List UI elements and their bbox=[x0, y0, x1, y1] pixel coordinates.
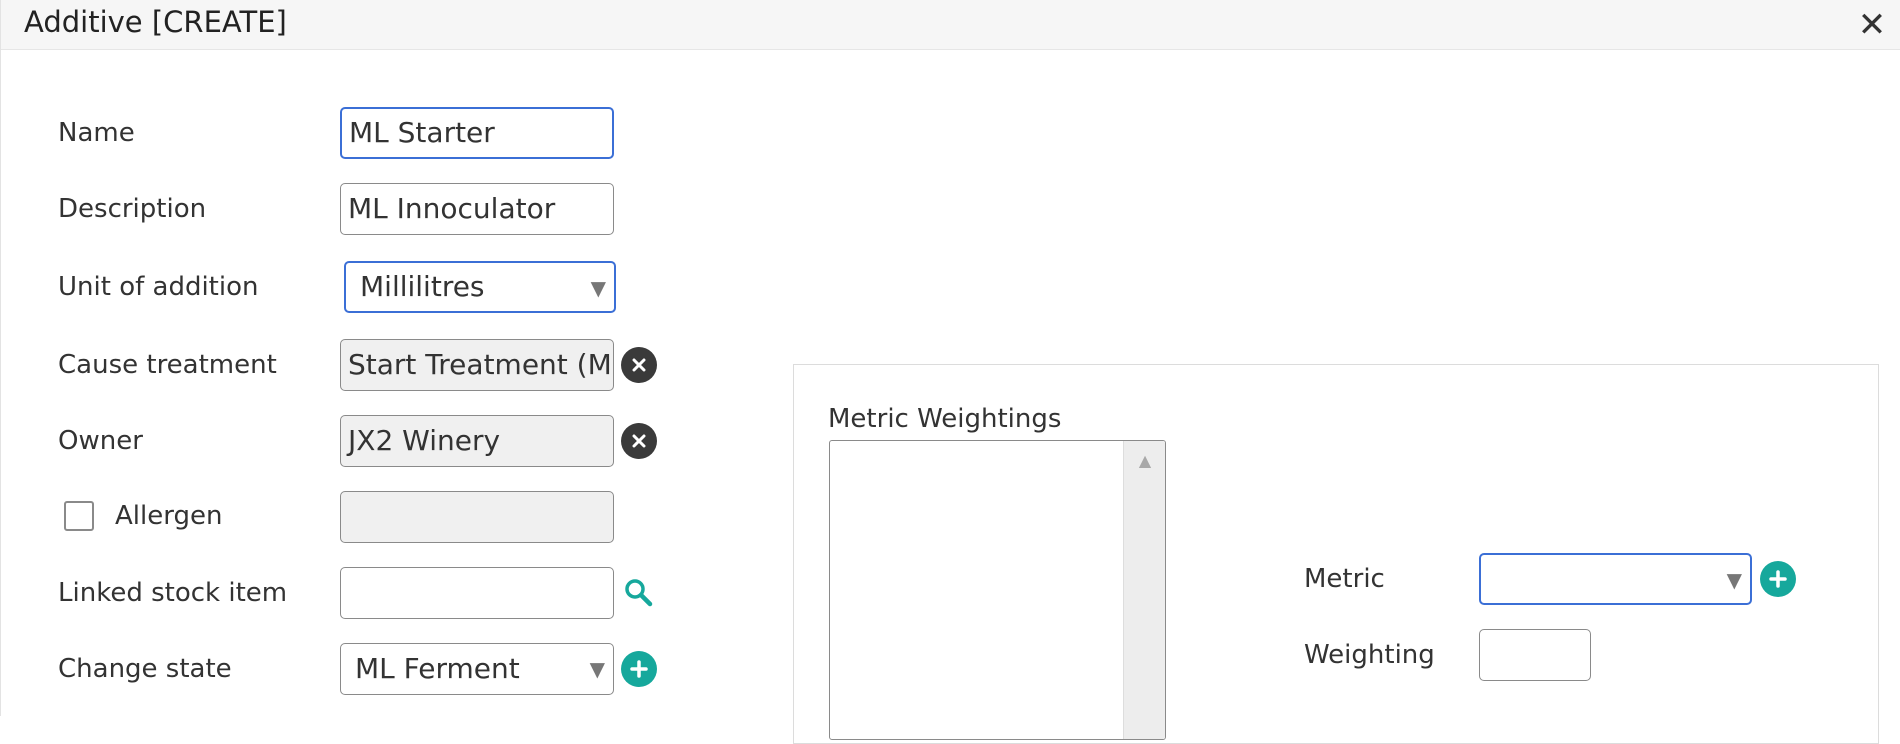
caret-down-icon: ▼ bbox=[589, 657, 605, 681]
change-state-select[interactable]: ML Ferment ▼ bbox=[340, 643, 614, 695]
name-input[interactable]: ML Starter bbox=[340, 107, 614, 159]
unit-of-addition-label: Unit of addition bbox=[58, 272, 259, 302]
allergen-checkbox[interactable] bbox=[64, 501, 94, 531]
metric-weightings-title: Metric Weightings bbox=[828, 404, 1062, 434]
linked-stock-item-label: Linked stock item bbox=[58, 578, 288, 608]
allergen-label: Allergen bbox=[115, 501, 223, 531]
close-icon[interactable]: ✕ bbox=[1856, 8, 1888, 42]
weighting-input[interactable] bbox=[1479, 629, 1591, 681]
change-state-value: ML Ferment bbox=[355, 652, 520, 685]
description-input[interactable]: ML Innoculator bbox=[340, 183, 614, 235]
owner-label: Owner bbox=[58, 426, 143, 456]
caret-down-icon: ▼ bbox=[590, 276, 606, 300]
additive-create-dialog: Additive [CREATE] ✕ Name ML Starter Desc… bbox=[0, 0, 1900, 744]
unit-of-addition-select[interactable]: Millilitres ▼ bbox=[344, 261, 616, 313]
allergen-field bbox=[340, 491, 614, 543]
list-scrollbar[interactable]: ▲ bbox=[1123, 441, 1165, 739]
unit-of-addition-value: Millilitres bbox=[360, 270, 485, 303]
metric-select[interactable]: ▼ bbox=[1479, 553, 1752, 605]
metric-weightings-list[interactable]: ▲ bbox=[829, 440, 1166, 740]
search-icon[interactable] bbox=[621, 575, 657, 611]
change-state-label: Change state bbox=[58, 654, 232, 684]
cause-treatment-label: Cause treatment bbox=[58, 350, 277, 380]
linked-stock-item-input[interactable] bbox=[340, 567, 614, 619]
metric-label: Metric bbox=[1304, 564, 1385, 594]
clear-icon[interactable] bbox=[621, 347, 657, 383]
dialog-titlebar: Additive [CREATE] ✕ bbox=[1, 0, 1900, 50]
caret-down-icon: ▼ bbox=[1726, 568, 1742, 592]
scroll-up-arrow-icon[interactable]: ▲ bbox=[1124, 451, 1165, 471]
dialog-title: Additive [CREATE] bbox=[24, 5, 287, 39]
name-label: Name bbox=[58, 118, 135, 148]
weighting-label: Weighting bbox=[1304, 640, 1435, 670]
description-label: Description bbox=[58, 194, 207, 224]
plus-circle-icon[interactable] bbox=[621, 651, 657, 687]
cause-treatment-field: Start Treatment (M bbox=[340, 339, 614, 391]
clear-icon[interactable] bbox=[621, 423, 657, 459]
plus-circle-icon[interactable] bbox=[1760, 561, 1796, 597]
owner-field: JX2 Winery bbox=[340, 415, 614, 467]
